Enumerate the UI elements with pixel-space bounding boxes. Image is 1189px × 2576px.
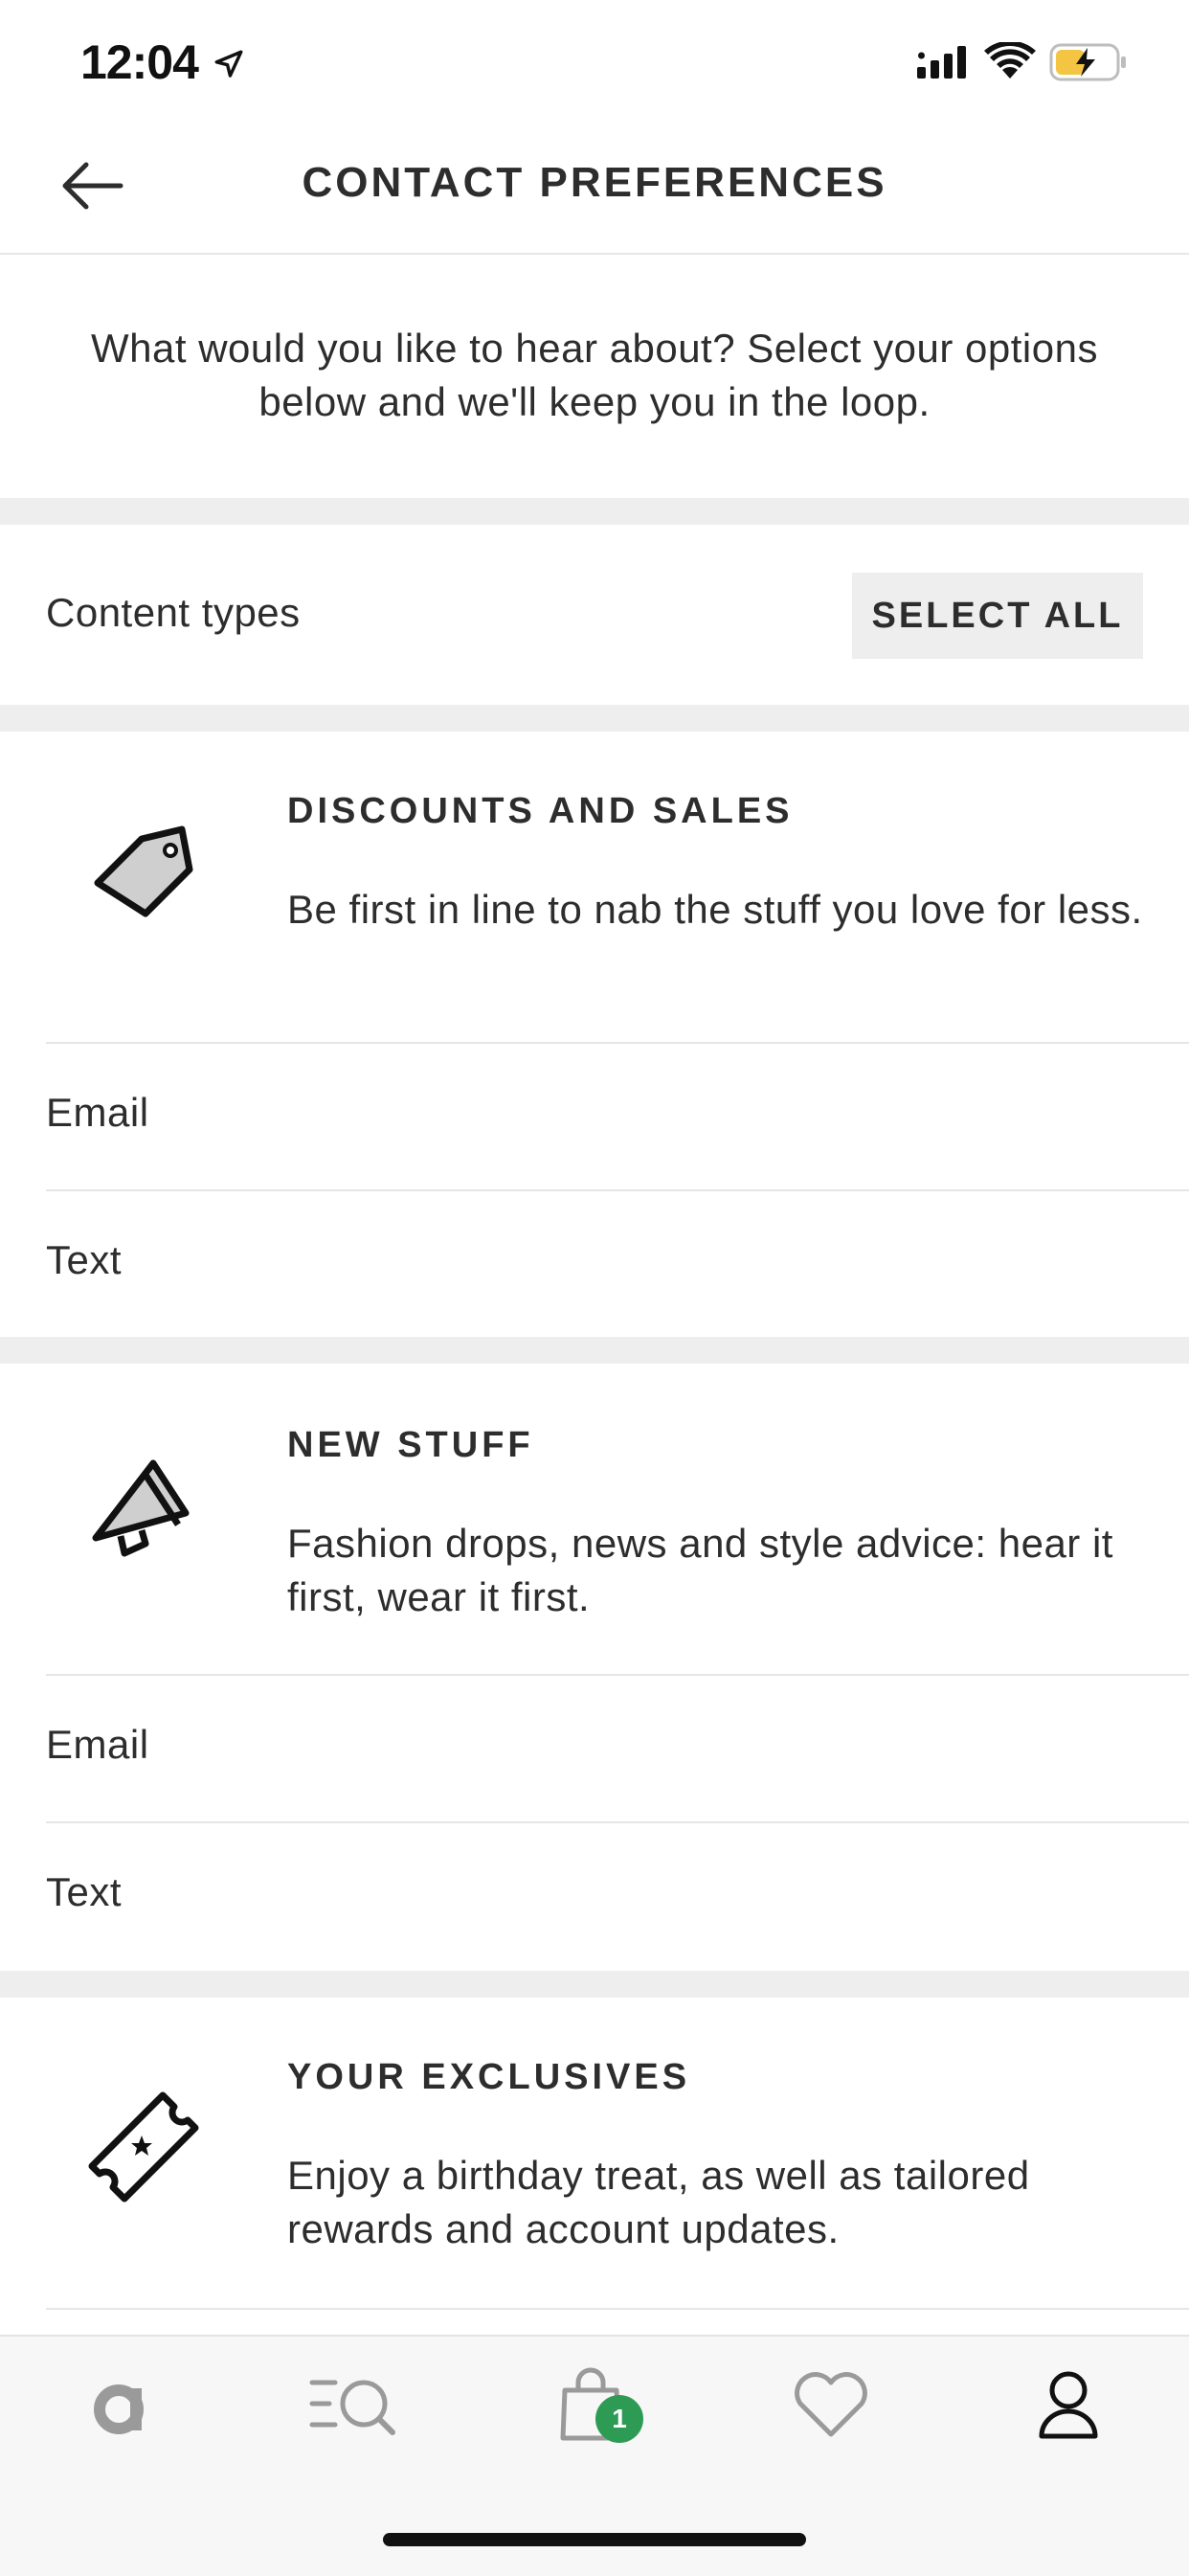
section-description: Be first in line to nab the stuff you lo…	[287, 887, 1143, 932]
section-title: DISCOUNTS AND SALES	[287, 791, 794, 831]
section-description: Fashion drops, news and style advice: he…	[287, 1521, 1113, 1619]
option-row-email[interactable]: Email	[0, 1676, 1189, 1819]
option-row-text[interactable]: Text	[0, 1823, 1189, 1967]
battery-charging-icon	[1049, 43, 1126, 81]
section-title: YOUR EXCLUSIVES	[287, 2057, 691, 2097]
select-all-button[interactable]: SELECT ALL	[852, 573, 1143, 659]
section-separator	[0, 705, 1189, 732]
option-row-email[interactable]: Email	[0, 1044, 1189, 1187]
page-title: CONTACT PREFERENCES	[302, 159, 887, 206]
search-menu-icon[interactable]	[297, 2365, 412, 2442]
home-indicator	[383, 2533, 806, 2546]
section-description: Enjoy a birthday treat, as well as tailo…	[287, 2153, 1030, 2251]
status-time: 12:04	[80, 35, 199, 89]
section-separator	[0, 1971, 1189, 1998]
option-row-text[interactable]: Text	[0, 1191, 1189, 1335]
home-logo-icon[interactable]	[61, 2365, 176, 2442]
megaphone-icon	[92, 1459, 190, 1557]
row-divider	[46, 2308, 1189, 2310]
wifi-icon	[984, 42, 1036, 79]
intro-text: What would you like to hear about? Selec…	[91, 326, 1098, 424]
option-label: Text	[46, 1869, 123, 1914]
header-divider	[0, 253, 1189, 255]
cellular-signal-icon	[917, 46, 966, 79]
section-title: NEW STUFF	[287, 1425, 534, 1465]
content-types-label: Content types	[46, 590, 301, 635]
location-arrow-icon	[214, 50, 243, 78]
price-tag-icon	[94, 825, 193, 917]
account-icon[interactable]	[1011, 2365, 1126, 2442]
section-separator	[0, 498, 1189, 525]
option-label: Email	[46, 1722, 149, 1767]
status-bar: 12:04	[0, 0, 1189, 124]
ticket-star-icon	[88, 2091, 199, 2203]
bag-count-badge: 1	[595, 2395, 643, 2443]
section-separator	[0, 1337, 1189, 1364]
option-label: Text	[46, 1237, 123, 1282]
option-label: Email	[46, 1090, 149, 1135]
heart-icon[interactable]	[774, 2365, 888, 2442]
